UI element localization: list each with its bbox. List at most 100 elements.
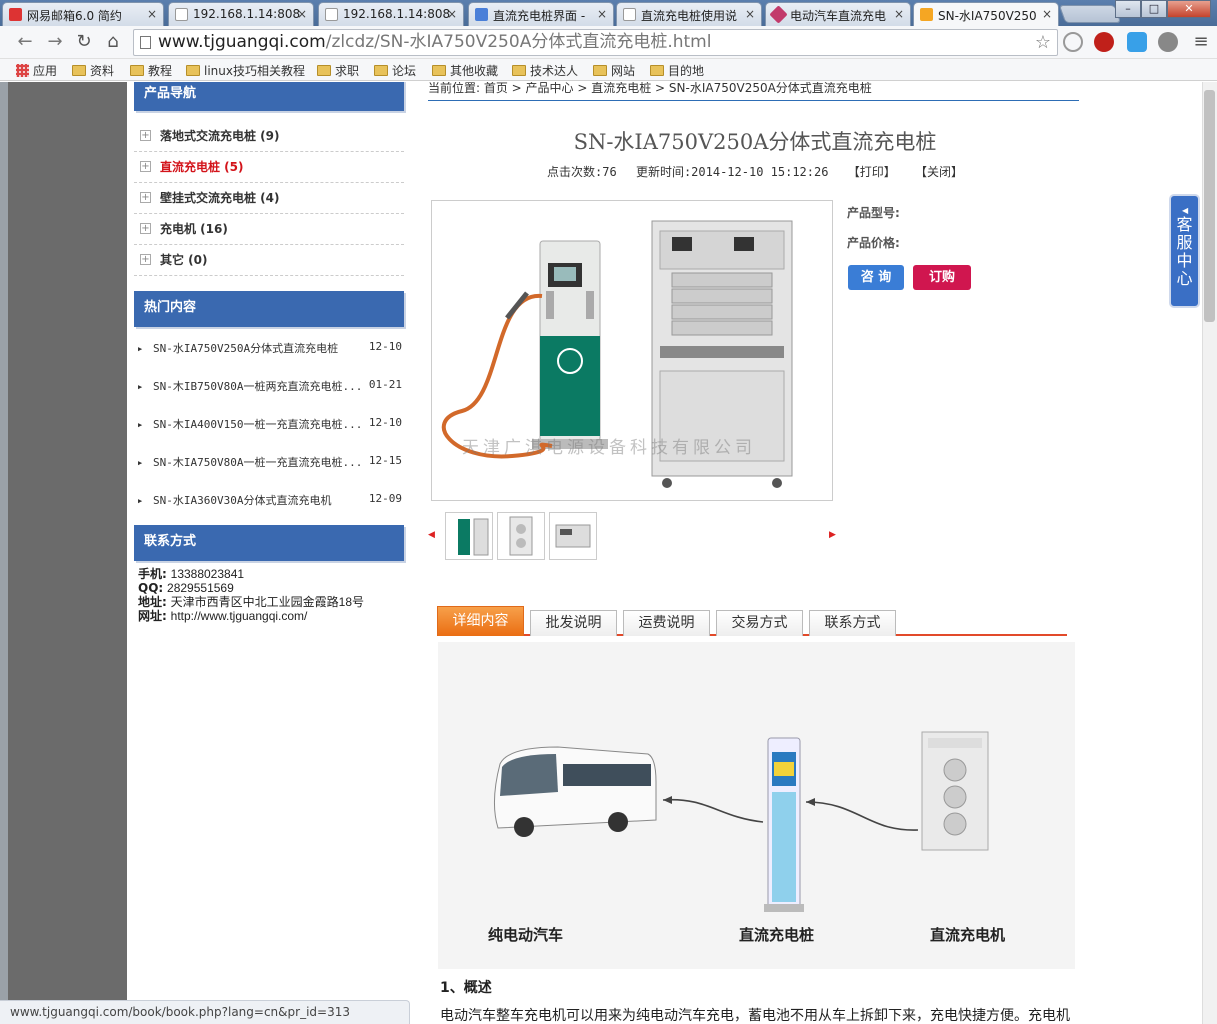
product-nav-header: 产品导航 (134, 82, 404, 111)
prev-arrow-icon[interactable]: ◀ (428, 530, 435, 540)
tab-favicon-icon (769, 5, 788, 24)
browser-tab[interactable]: 192.168.1.14:808 × (168, 2, 314, 26)
page-icon (140, 36, 151, 49)
status-bar-url: www.tjguangqi.com/book/book.php?lang=cn&… (0, 1000, 410, 1024)
apps-icon (16, 64, 29, 77)
next-arrow-icon[interactable]: ▶ (829, 530, 836, 540)
close-tab-icon[interactable]: × (597, 7, 607, 21)
close-tab-icon[interactable]: × (447, 7, 457, 21)
tab-detail[interactable]: 详细内容 (437, 606, 524, 636)
extension-icon[interactable] (1127, 32, 1147, 52)
close-window-button[interactable]: ✕ (1167, 0, 1211, 18)
tab-trade[interactable]: 交易方式 (716, 610, 803, 636)
bullet-icon: ▶ (138, 459, 143, 467)
browser-tab[interactable]: 网易邮箱6.0 简约 × (2, 2, 164, 26)
expand-icon[interactable]: + (140, 192, 151, 203)
customer-service-widget[interactable]: ◀ 客服中心 (1169, 194, 1200, 308)
bullet-icon: ▶ (138, 421, 143, 429)
address: 天津市西青区中北工业园金霞路18号 (170, 595, 364, 609)
expand-icon[interactable]: + (140, 130, 151, 141)
bookmark-folder[interactable]: 其他收藏 (432, 62, 498, 79)
nav-item[interactable]: + 充电机 (16) (134, 214, 404, 245)
product-thumbnail[interactable] (445, 512, 493, 560)
tab-shipping[interactable]: 运费说明 (623, 610, 710, 636)
hot-item[interactable]: ▶ SN-木IA400V150一桩一充直流充电桩... 12-10 (138, 415, 404, 453)
close-link[interactable]: 【关闭】 (915, 165, 963, 179)
browser-tab-active[interactable]: SN-水IA750V250 × (913, 2, 1059, 27)
hot-item[interactable]: ▶ SN-木IA750V80A一桩一充直流充电桩... 12-15 (138, 453, 404, 491)
bookmark-folder[interactable]: 论坛 (374, 62, 416, 79)
close-tab-icon[interactable]: × (297, 7, 307, 21)
extension-icon[interactable] (1158, 32, 1178, 52)
tab-favicon-icon (9, 8, 22, 21)
browser-tab[interactable]: 电动汽车直流充电 × (765, 2, 911, 26)
reload-icon[interactable]: ↻ (71, 30, 97, 54)
product-thumbnail[interactable] (497, 512, 545, 560)
page-background-left (0, 82, 127, 1024)
page-title: SN-水IA750V250A分体式直流充电桩 (573, 130, 937, 154)
new-tab-button[interactable] (1058, 5, 1122, 23)
contact-info: 手机: 13388023841 QQ: 2829551569 地址: 天津市西青… (138, 567, 364, 623)
print-link[interactable]: 【打印】 (848, 165, 896, 179)
home-icon[interactable]: ⌂ (100, 30, 126, 54)
extension-icon[interactable] (1063, 32, 1083, 52)
browser-tab[interactable]: 直流充电桩使用说 × (616, 2, 762, 26)
expand-icon[interactable]: + (140, 223, 151, 234)
browser-tab[interactable]: 192.168.1.14:808 × (318, 2, 464, 26)
scrollbar-thumb[interactable] (1204, 90, 1215, 322)
expand-icon[interactable]: + (140, 161, 151, 172)
adblock-icon[interactable] (1094, 32, 1114, 52)
nav-item[interactable]: + 落地式交流充电桩 (9) (134, 121, 404, 152)
maximize-button[interactable]: □ (1141, 0, 1167, 18)
bookmark-folder[interactable]: 资料 (72, 62, 114, 79)
folder-icon (650, 65, 664, 76)
menu-icon[interactable]: ≡ (1188, 30, 1214, 54)
tab-contact[interactable]: 联系方式 (809, 610, 896, 636)
browser-toolbar: ← → ↻ ⌂ www.tjguangqi.com/zlcdz/SN-水IA75… (0, 26, 1217, 59)
close-tab-icon[interactable]: × (147, 7, 157, 21)
tab-favicon-icon (623, 8, 636, 21)
minimize-button[interactable]: – (1115, 0, 1141, 18)
tab-wholesale[interactable]: 批发说明 (530, 610, 617, 636)
order-button[interactable]: 订购 (913, 265, 971, 290)
product-main-image[interactable]: 天津广淇电源设备科技有限公司 (431, 200, 833, 501)
breadcrumb-divider (428, 100, 1079, 101)
hot-item[interactable]: ▶ SN-木IB750V80A一桩两充直流充电桩... 01-21 (138, 377, 404, 415)
forward-icon[interactable]: → (42, 30, 68, 54)
bookmark-apps[interactable]: 应用 (16, 62, 57, 79)
product-info: 产品型号: 产品价格: (847, 204, 900, 264)
bookmark-folder[interactable]: 网站 (593, 62, 635, 79)
hot-item[interactable]: ▶ SN-水IA360V30A分体式直流充电机 12-09 (138, 491, 404, 521)
bookmark-star-icon[interactable]: ☆ (1035, 30, 1051, 55)
nav-item[interactable]: + 壁挂式交流充电桩 (4) (134, 183, 404, 214)
website-link[interactable]: http://www.tjguangqi.com/ (171, 609, 308, 623)
bullet-icon: ▶ (138, 345, 143, 353)
breadcrumb[interactable]: 当前位置: 首页 > 产品中心 > 直流充电桩 > SN-水IA750V250A… (428, 82, 872, 96)
address-bar[interactable]: www.tjguangqi.com/zlcdz/SN-水IA750V250A分体… (133, 29, 1058, 56)
diagram-label-post: 直流充电桩 (739, 926, 815, 944)
bus-icon (493, 746, 657, 837)
nav-item-active[interactable]: + 直流充电桩 (5) (134, 152, 404, 183)
expand-icon[interactable]: + (140, 254, 151, 265)
close-tab-icon[interactable]: × (894, 7, 904, 21)
window-controls: – □ ✕ (1115, 0, 1211, 20)
bookmark-folder[interactable]: 技术达人 (512, 62, 578, 79)
bullet-icon: ▶ (138, 497, 143, 505)
close-tab-icon[interactable]: × (1042, 7, 1052, 21)
consult-button[interactable]: 咨 询 (848, 265, 904, 290)
folder-icon (317, 65, 331, 76)
hot-item[interactable]: ▶ SN-水IA750V250A分体式直流充电桩 12-10 (138, 339, 404, 377)
nav-item[interactable]: + 其它 (0) (134, 245, 404, 276)
product-model-label: 产品型号: (847, 206, 900, 220)
bookmark-folder[interactable]: linux技巧相关教程 (186, 62, 305, 79)
bookmark-folder[interactable]: 目的地 (650, 62, 704, 79)
bookmark-folder[interactable]: 求职 (317, 62, 359, 79)
bookmark-folder[interactable]: 教程 (130, 62, 172, 79)
click-count: 点击次数:76 (547, 165, 617, 179)
tab-favicon-icon (175, 8, 188, 21)
close-tab-icon[interactable]: × (745, 7, 755, 21)
browser-tab[interactable]: 直流充电桩界面 - × (468, 2, 614, 26)
product-thumbnail[interactable] (549, 512, 597, 560)
folder-icon (374, 65, 388, 76)
back-icon[interactable]: ← (12, 30, 38, 54)
